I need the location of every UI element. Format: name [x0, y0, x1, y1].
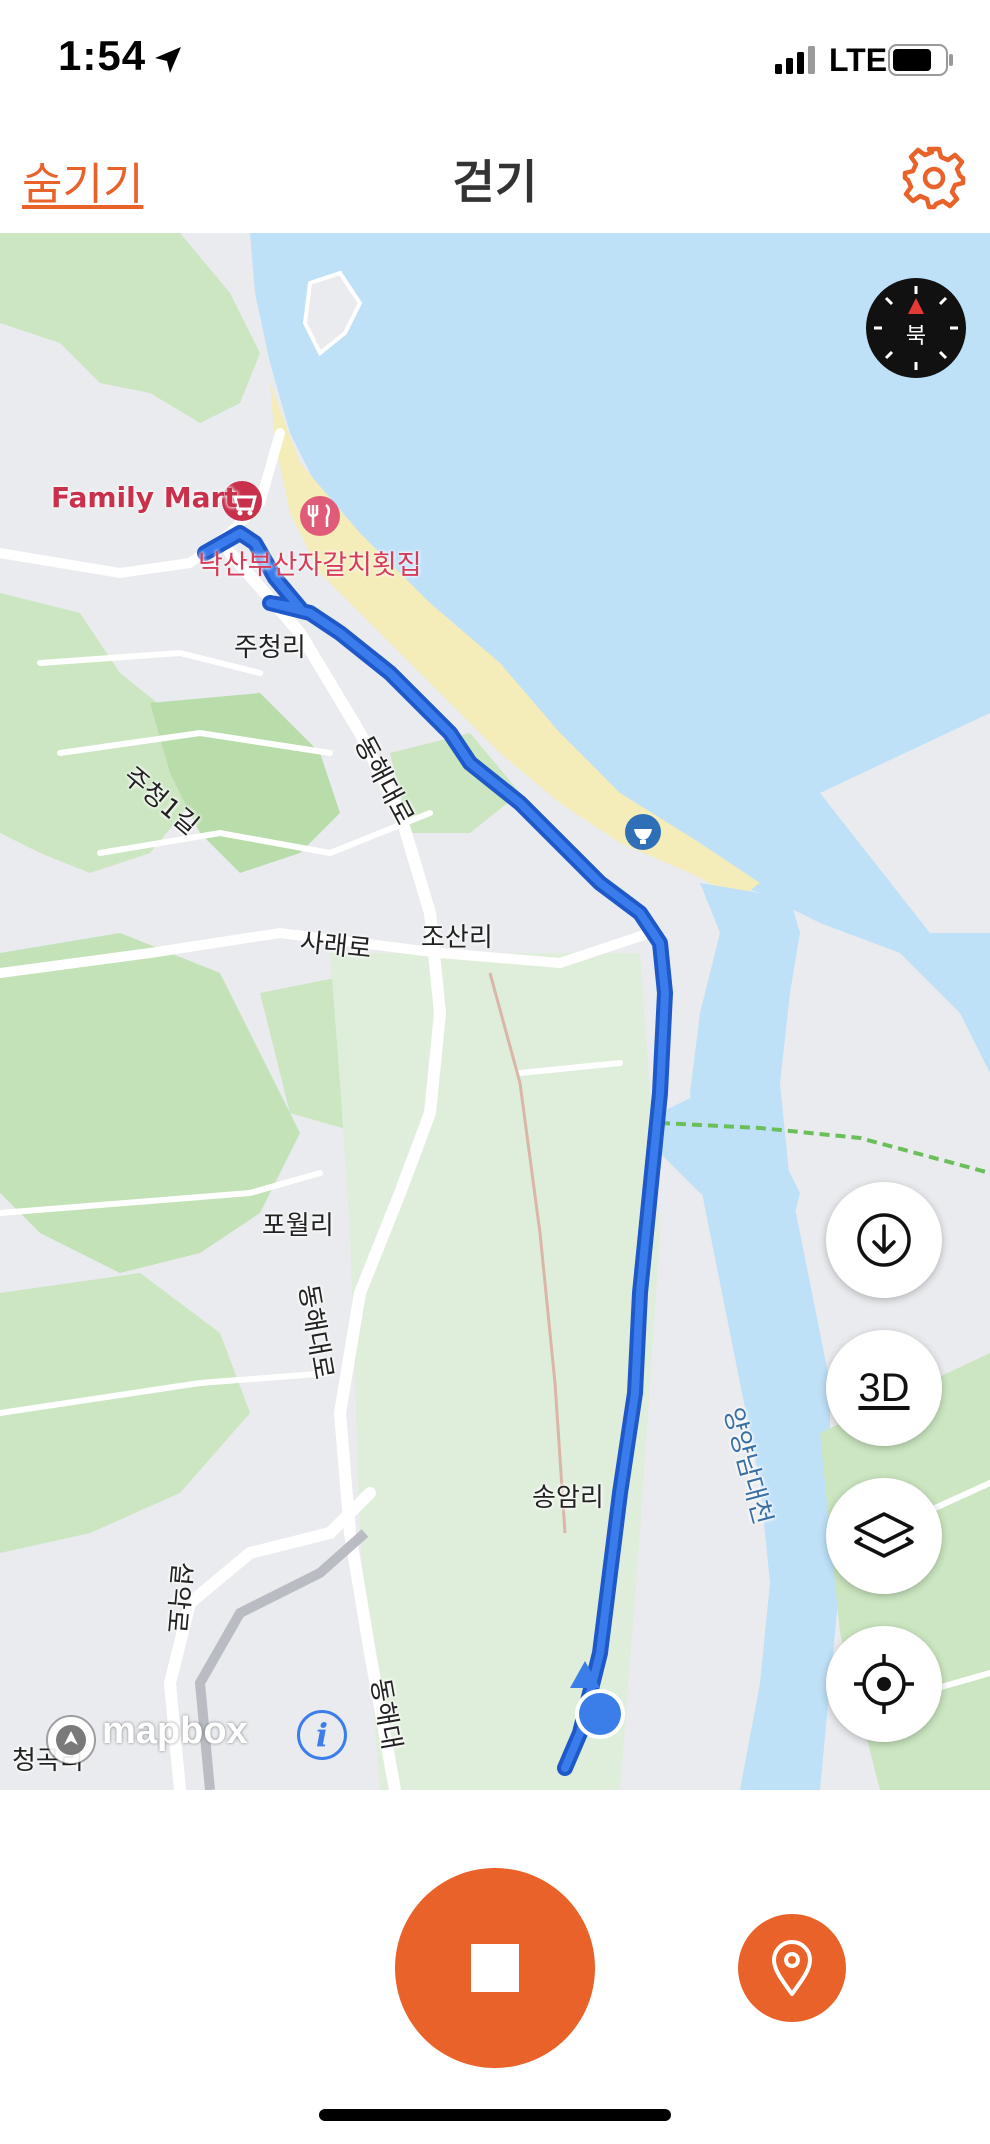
download-icon — [857, 1213, 911, 1267]
stop-icon — [471, 1944, 519, 1992]
status-time: 1:54 — [58, 32, 147, 79]
poi-restaurant[interactable]: 낙산부산자갈치횟집 — [198, 543, 422, 582]
mapbox-logo: mapbox — [102, 1710, 248, 1752]
3d-label: 3D — [858, 1365, 910, 1410]
map-pin-icon — [772, 1940, 812, 1996]
poi-family-mart[interactable]: Family Mart — [51, 481, 238, 514]
attribution-info-button[interactable]: i — [297, 1710, 347, 1760]
gear-icon[interactable] — [901, 145, 967, 211]
battery-icon — [888, 44, 953, 76]
current-location-dot — [579, 1693, 621, 1735]
status-bar: 1:54 LTE — [0, 0, 990, 120]
road-label: 설악로 — [160, 1560, 197, 1635]
mapbox-logo-icon — [46, 1715, 96, 1765]
locate-icon — [854, 1654, 914, 1714]
field-area — [330, 953, 660, 1790]
location-arrow-icon — [155, 47, 181, 73]
home-indicator — [319, 2109, 671, 2121]
restaurant-icon[interactable] — [300, 496, 340, 536]
3d-toggle-button[interactable]: 3D — [826, 1330, 942, 1446]
page-title: 걷기 — [452, 155, 538, 209]
compass-label: 북 — [905, 324, 927, 349]
compass-icon[interactable]: 북 — [866, 278, 966, 378]
locate-button[interactable] — [826, 1626, 942, 1742]
place-label: 송암리 — [532, 1483, 604, 1513]
place-label: 포월리 — [262, 1211, 334, 1241]
place-label: 조산리 — [421, 923, 493, 953]
add-waypoint-button[interactable] — [738, 1914, 846, 2022]
signal-icon — [775, 46, 815, 74]
download-button[interactable] — [826, 1182, 942, 1298]
place-label: 주청리 — [234, 633, 306, 663]
layers-icon — [854, 1512, 914, 1558]
stop-button[interactable] — [395, 1868, 595, 2068]
network-type: LTE — [829, 42, 888, 78]
road-label: 사래로 — [298, 927, 373, 965]
layers-button[interactable] — [826, 1478, 942, 1594]
